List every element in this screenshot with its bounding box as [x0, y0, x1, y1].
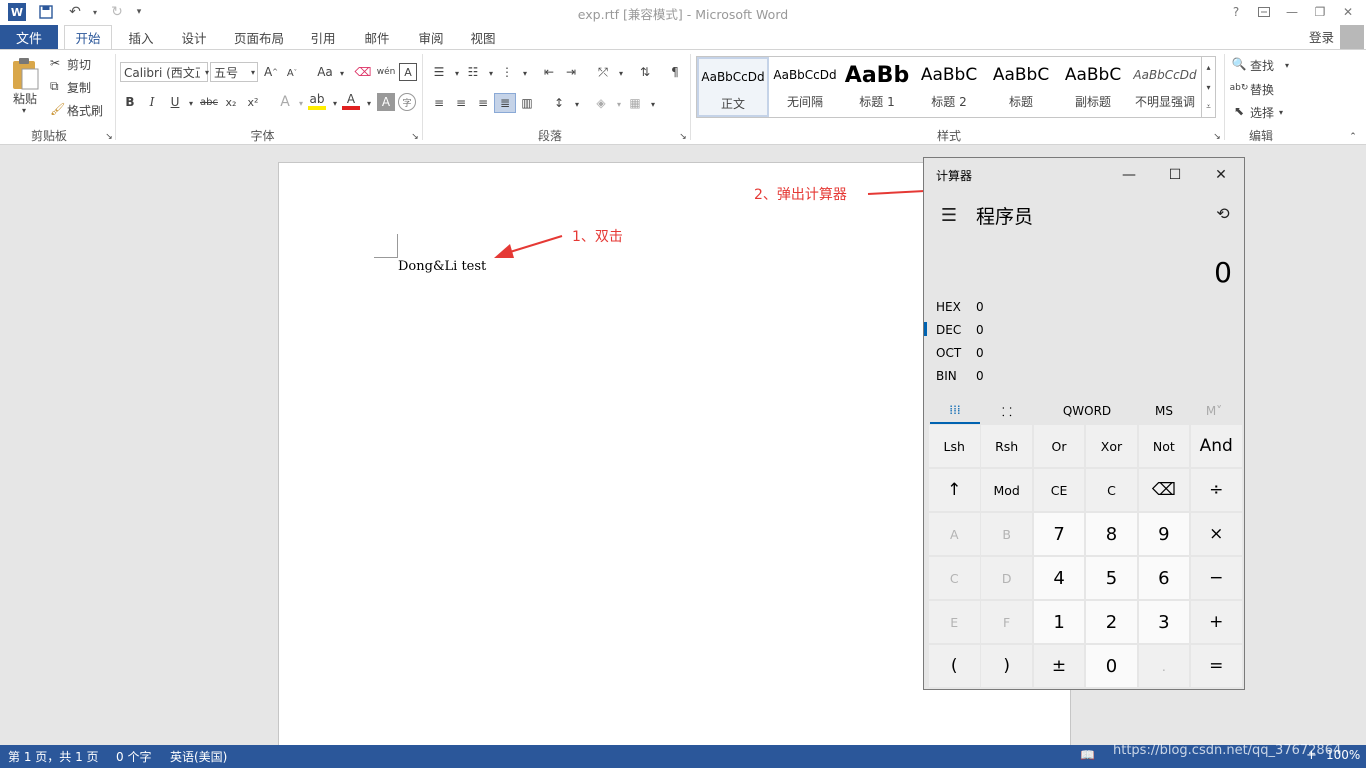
radix-value: 0 [976, 369, 984, 383]
calc-key-r1c4[interactable]: ⌫ [1138, 469, 1190, 511]
calc-key-r0c0[interactable]: Lsh [929, 425, 980, 467]
calc-key-r3c5[interactable]: − [1191, 557, 1242, 599]
calc-key-digit-3[interactable]: 3 [1138, 601, 1190, 643]
calc-key-r5c1[interactable]: ) [981, 645, 1032, 687]
calc-key-r5c5[interactable]: = [1191, 645, 1242, 687]
calc-key-r0c2[interactable]: Or [1033, 425, 1085, 467]
memory-store-button[interactable]: MS [1142, 398, 1186, 424]
calc-key-r4c0[interactable]: E [929, 601, 980, 643]
calc-key-r0c3[interactable]: Xor [1086, 425, 1137, 467]
calc-menu-icon[interactable]: ☰ [926, 200, 972, 230]
calc-key-digit-5[interactable]: 5 [1086, 557, 1137, 599]
word-window: W ↶ ▾ ↻ ▾ exp.rtf [兼容模式] - Microsoft Wor… [0, 0, 1366, 768]
calc-key-r1c2[interactable]: CE [1033, 469, 1085, 511]
page-count[interactable]: 第 1 页，共 1 页 [8, 748, 99, 765]
calc-key-r2c1[interactable]: B [981, 513, 1032, 555]
calc-key-r3c0[interactable]: C [929, 557, 980, 599]
radix-label: HEX [936, 300, 961, 314]
calc-key-r5c2[interactable]: ± [1033, 645, 1085, 687]
calc-key-digit-0[interactable]: 0 [1086, 645, 1137, 687]
calc-key-r4c1[interactable]: F [981, 601, 1032, 643]
calc-key-r2c0[interactable]: A [929, 513, 980, 555]
calc-key-digit-2[interactable]: 2 [1086, 601, 1137, 643]
read-mode-icon[interactable]: 📖 [1080, 748, 1095, 762]
annotation-double-click: 1、双击 [572, 229, 623, 245]
calc-key-r0c1[interactable]: Rsh [981, 425, 1032, 467]
radix-value: 0 [976, 300, 984, 314]
calc-key-r3c1[interactable]: D [981, 557, 1032, 599]
calc-maximize-icon[interactable]: ☐ [1152, 160, 1198, 190]
calc-key-r0c5[interactable]: And [1191, 425, 1242, 467]
calc-key-digit-7[interactable]: 7 [1033, 513, 1085, 555]
history-icon[interactable]: ⟲ [1200, 198, 1244, 228]
calc-key-digit-9[interactable]: 9 [1138, 513, 1190, 555]
calc-key-r1c3[interactable]: C [1086, 469, 1137, 511]
radix-value: 0 [976, 323, 984, 337]
language-indicator[interactable]: 英语(美国) [170, 748, 227, 765]
calc-key-digit-4[interactable]: 4 [1033, 557, 1085, 599]
radix-bin[interactable]: BIN 0 [936, 369, 984, 383]
calc-close-icon[interactable]: ✕ [1198, 160, 1244, 190]
radix-hex[interactable]: HEX 0 [936, 300, 984, 314]
radix-label: DEC [936, 323, 962, 337]
word-size-button[interactable]: QWORD [1052, 398, 1122, 424]
calc-key-r1c1[interactable]: Mod [981, 469, 1032, 511]
radix-label: OCT [936, 346, 962, 360]
radix-value: 0 [976, 346, 984, 360]
full-keypad-icon[interactable]: ⁞⁞⁞ [930, 398, 980, 424]
calc-key-r1c5[interactable]: ÷ [1191, 469, 1242, 511]
calculator-mode: 程序员 [976, 206, 1034, 228]
memory-list-button[interactable]: M˅ [1194, 398, 1234, 424]
radix-dec[interactable]: DEC 0 [936, 323, 984, 337]
calc-key-digit-1[interactable]: 1 [1033, 601, 1085, 643]
calculator-title: 计算器 [936, 169, 973, 183]
calc-key-r5c0[interactable]: ( [929, 645, 980, 687]
bit-toggle-keypad-icon[interactable]: ⸬ [982, 398, 1032, 424]
annotation-calculator-popup: 2、弹出计算器 [754, 187, 847, 203]
calc-key-r1c0[interactable]: ↑ [929, 469, 980, 511]
calc-key-digit-6[interactable]: 6 [1138, 557, 1190, 599]
calculator-window: 计算器 — ☐ ✕ ☰ 程序员 ⟲ 0 HEX 0 DEC 0 OCT 0 BIN 0 … [923, 157, 1245, 690]
selected-radix-indicator [924, 322, 927, 336]
radix-label: BIN [936, 369, 957, 383]
word-count[interactable]: 0 个字 [116, 748, 151, 765]
watermark: https://blog.csdn.net/qq_37672864 [1113, 743, 1342, 758]
calc-key-digit-8[interactable]: 8 [1086, 513, 1137, 555]
calc-key-r4c5[interactable]: + [1191, 601, 1242, 643]
calc-key-r5c4[interactable]: . [1138, 645, 1190, 687]
radix-oct[interactable]: OCT 0 [936, 346, 984, 360]
calc-key-r2c5[interactable]: × [1191, 513, 1242, 555]
calculator-display: 0 [1214, 256, 1232, 289]
calc-key-r0c4[interactable]: Not [1138, 425, 1190, 467]
calc-minimize-icon[interactable]: — [1106, 160, 1152, 190]
